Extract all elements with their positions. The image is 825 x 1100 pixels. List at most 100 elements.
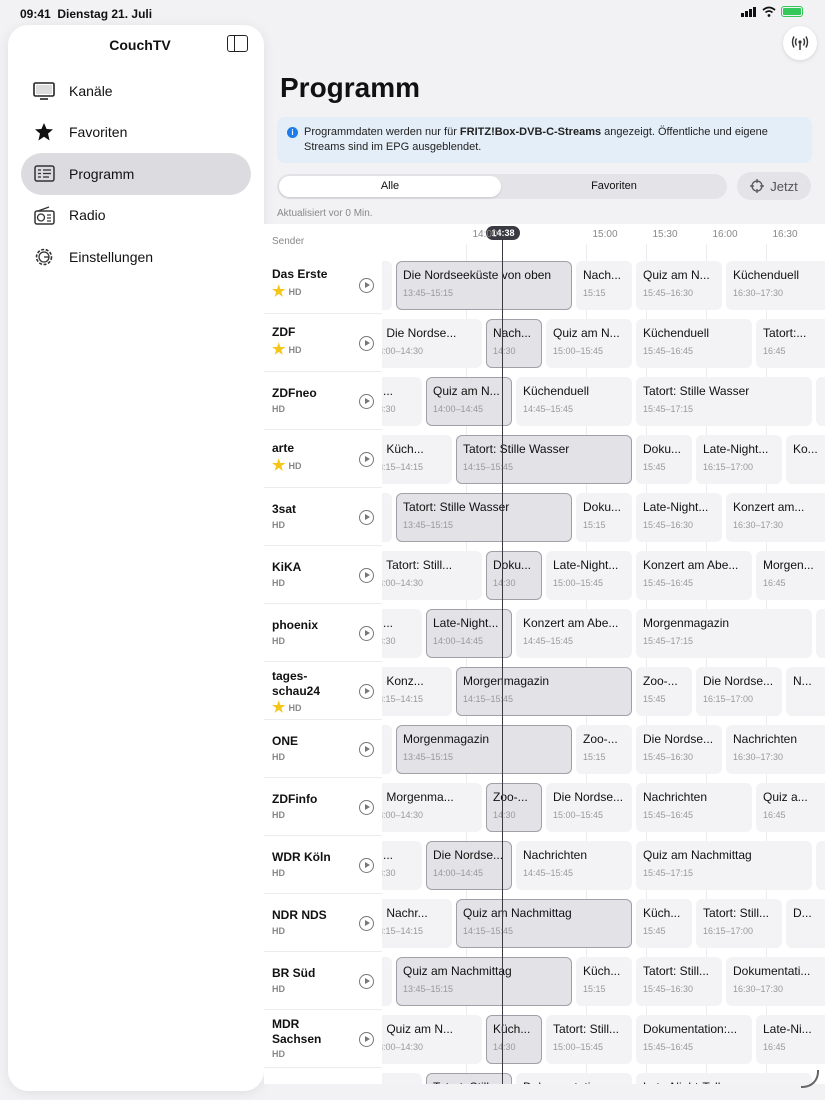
- program-cell[interactable]: Quiz am N... 15:00–15:45: [546, 319, 632, 368]
- program-cell-current[interactable]: Tatort: Stille Wasser 13:45–15:15: [396, 493, 572, 542]
- program-cell[interactable]: Tatort: Stille Wasser 15:45–17:15: [636, 377, 812, 426]
- program-cell[interactable]: ... Quiz am N... 13:00–14:30: [382, 1015, 482, 1064]
- program-cell-current[interactable]: Nach... 14:30: [486, 319, 542, 368]
- sidebar-item-einstellungen[interactable]: Einstellungen: [21, 236, 251, 278]
- program-cell-current[interactable]: Zoo-... 14:30: [486, 783, 542, 832]
- program-cell-current[interactable]: Die Nordseeküste von oben 13:45–15:15: [396, 261, 572, 310]
- program-cell[interactable]: Doku... 15:15: [576, 493, 632, 542]
- program-cell[interactable]: ... Morgenma... 13:00–14:30: [382, 783, 482, 832]
- play-icon[interactable]: [359, 858, 374, 873]
- channel-row[interactable]: ZDFneo HD: [264, 373, 382, 430]
- program-cell[interactable]: Zoo-... 15:45: [636, 667, 692, 716]
- sidebar-item-kanaele[interactable]: Kanäle: [21, 70, 251, 112]
- program-cell-current[interactable]: Küch... 14:30: [486, 1015, 542, 1064]
- program-cell[interactable]: Late-Night... 15:45–16:30: [636, 493, 722, 542]
- program-cell[interactable]: Die Nordse... 15:45–16:30: [636, 725, 722, 774]
- program-cell-current[interactable]: Quiz am Nachmittag 14:15–15:45: [456, 899, 632, 948]
- sidebar-item-programm[interactable]: Programm: [21, 153, 251, 195]
- program-cell[interactable]: [816, 609, 825, 658]
- channel-row[interactable]: NDR NDS HD: [264, 895, 382, 952]
- play-icon[interactable]: [359, 452, 374, 467]
- program-cell[interactable]: Quiz am N... 15:45–16:30: [636, 261, 722, 310]
- program-cell[interactable]: [382, 1073, 422, 1084]
- play-icon[interactable]: [359, 742, 374, 757]
- program-cell[interactable]: [382, 725, 392, 774]
- program-cell[interactable]: Quiz a... 16:45: [756, 783, 825, 832]
- program-cell[interactable]: Dokumentation:...: [516, 1073, 632, 1084]
- program-cell[interactable]: Tatort:... 16:45: [756, 319, 825, 368]
- play-icon[interactable]: [359, 974, 374, 989]
- program-cell[interactable]: Morgenmagazin 15:45–17:15: [636, 609, 812, 658]
- program-cell-current[interactable]: Morgenmagazin 13:45–15:15: [396, 725, 572, 774]
- channel-row[interactable]: ZDFinfo HD: [264, 779, 382, 836]
- program-cell[interactable]: Ko...: [786, 435, 825, 484]
- program-cell[interactable]: Nach... 15:15: [576, 261, 632, 310]
- program-cell[interactable]: Quiz am Nachmittag 15:45–17:15: [636, 841, 812, 890]
- play-icon[interactable]: [359, 1032, 374, 1047]
- play-icon[interactable]: [359, 510, 374, 525]
- program-cell[interactable]: Nachrichten 14:45–15:45: [516, 841, 632, 890]
- program-cell-current[interactable]: Late-Night... 14:00–14:45: [426, 609, 512, 658]
- program-cell[interactable]: Late-Night... 16:15–17:00: [696, 435, 782, 484]
- play-icon[interactable]: [359, 626, 374, 641]
- program-cell[interactable]: Konzert am Abe... 14:45–15:45: [516, 609, 632, 658]
- program-cell[interactable]: D...: [786, 899, 825, 948]
- program-cell-current[interactable]: Quiz am N... 14:00–14:45: [426, 377, 512, 426]
- program-cell[interactable]: Nachrichten 16:30–17:30: [726, 725, 825, 774]
- program-cell[interactable]: ...... 13:30: [382, 841, 422, 890]
- play-icon[interactable]: [359, 568, 374, 583]
- program-cell[interactable]: Küchenduell 14:45–15:45: [516, 377, 632, 426]
- channel-row[interactable]: MDR Sachsen HD: [264, 1011, 382, 1068]
- program-cell[interactable]: Tatort: Still... 16:15–17:00: [696, 899, 782, 948]
- program-cell[interactable]: Doku... 15:45: [636, 435, 692, 484]
- program-cell-current[interactable]: Die Nordse... 14:00–14:45: [426, 841, 512, 890]
- channel-row[interactable]: [264, 1069, 382, 1084]
- filter-all[interactable]: Alle: [279, 176, 501, 197]
- program-cell[interactable]: Nachrichten 15:45–16:45: [636, 783, 752, 832]
- program-cell[interactable]: ... Konz... 13:15–14:15: [382, 667, 452, 716]
- program-cell[interactable]: Late-Night... 15:00–15:45: [546, 551, 632, 600]
- program-cell-current[interactable]: Doku... 14:30: [486, 551, 542, 600]
- program-cell-current[interactable]: Morgenmagazin 14:15–15:45: [456, 667, 632, 716]
- channel-row[interactable]: tages- schau24 ★ HD: [264, 663, 382, 720]
- program-cell[interactable]: [816, 841, 825, 890]
- channel-row[interactable]: BR Süd HD: [264, 953, 382, 1010]
- program-cell[interactable]: ... Nachr... 13:15–14:15: [382, 899, 452, 948]
- play-icon[interactable]: [359, 278, 374, 293]
- play-icon[interactable]: [359, 394, 374, 409]
- program-cell[interactable]: Konzert am Abe... 15:45–16:45: [636, 551, 752, 600]
- program-cell[interactable]: Morgen... 16:45: [756, 551, 825, 600]
- program-cell[interactable]: [382, 957, 392, 1006]
- program-cell[interactable]: Late-Ni... 16:45: [756, 1015, 825, 1064]
- program-cell[interactable]: Late-Night-Talk: [636, 1073, 812, 1084]
- program-cell[interactable]: Küch... 15:15: [576, 957, 632, 1006]
- program-cell[interactable]: Küchenduell 16:30–17:30: [726, 261, 825, 310]
- antenna-button[interactable]: [783, 26, 817, 60]
- program-cell[interactable]: Konzert am... 16:30–17:30: [726, 493, 825, 542]
- program-cell[interactable]: N...: [786, 667, 825, 716]
- program-cell[interactable]: ...... 13:30: [382, 609, 422, 658]
- program-cell[interactable]: Dokumentation:... 15:45–16:45: [636, 1015, 752, 1064]
- sidebar-item-favoriten[interactable]: Favoriten: [21, 112, 251, 154]
- play-icon[interactable]: [359, 800, 374, 815]
- now-button[interactable]: Jetzt: [737, 172, 811, 200]
- program-cell-current[interactable]: Quiz am Nachmittag 13:45–15:15: [396, 957, 572, 1006]
- play-icon[interactable]: [359, 336, 374, 351]
- program-cell[interactable]: ...... 13:30: [382, 377, 422, 426]
- play-icon[interactable]: [359, 916, 374, 931]
- filter-favorites[interactable]: Favoriten: [503, 176, 725, 197]
- program-cell-current[interactable]: Tatort: Stille Wasser 14:15–15:45: [456, 435, 632, 484]
- channel-row[interactable]: WDR Köln HD: [264, 837, 382, 894]
- channel-row[interactable]: ZDF ★ HD: [264, 315, 382, 372]
- program-cell[interactable]: [382, 261, 392, 310]
- program-cell-current[interactable]: Tatort: Still...: [426, 1073, 512, 1084]
- program-cell[interactable]: Zoo-... 15:15: [576, 725, 632, 774]
- sidebar-item-radio[interactable]: Radio: [21, 195, 251, 237]
- program-cell[interactable]: Die Nordse... 16:15–17:00: [696, 667, 782, 716]
- program-cell[interactable]: ... Küch... 13:15–14:15: [382, 435, 452, 484]
- program-cell[interactable]: Küchenduell 15:45–16:45: [636, 319, 752, 368]
- program-cell[interactable]: [816, 377, 825, 426]
- program-cell[interactable]: ... Die Nordse... 13:00–14:30: [382, 319, 482, 368]
- sidebar-toggle-icon[interactable]: [227, 35, 248, 52]
- channel-row[interactable]: arte ★ HD: [264, 431, 382, 488]
